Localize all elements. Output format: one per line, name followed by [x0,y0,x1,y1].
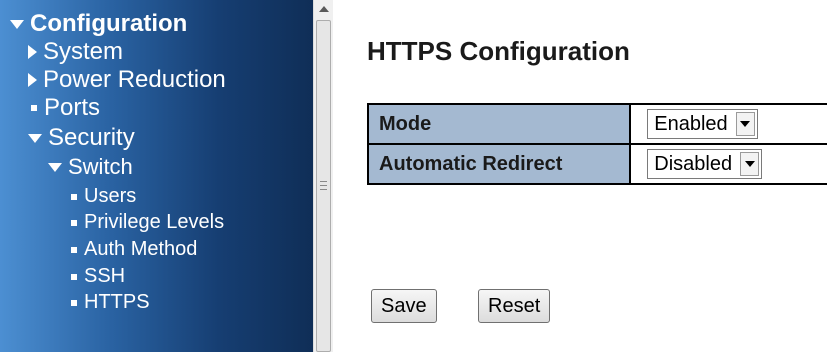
up-arrow-icon [318,6,329,12]
automatic-redirect-label: Automatic Redirect [366,143,632,185]
nav-https[interactable]: HTTPS [68,291,150,314]
https-config-table: Mode Enabled Automatic Redirect Disabled [366,103,827,185]
nav-security[interactable]: Security [28,124,135,152]
table-row: Automatic Redirect Disabled [366,143,827,185]
mode-label: Mode [366,103,632,145]
nav-system[interactable]: System [28,38,123,66]
nav-label: Configuration [30,10,188,37]
grip-icon [320,181,327,190]
automatic-redirect-select-value: Disabled [654,152,733,175]
nav-label: HTTPS [84,291,150,313]
page-title: HTTPS Configuration [367,36,630,66]
automatic-redirect-select[interactable]: Disabled [647,149,763,179]
bullet-icon [71,246,77,253]
nav-label: Switch [68,154,133,179]
nav-switch[interactable]: Switch [48,154,133,180]
nav-auth-method[interactable]: Auth Method [68,238,197,261]
save-button[interactable]: Save [371,289,437,323]
expanded-arrow-icon [48,162,62,172]
chevron-down-icon [744,161,755,167]
nav-ssh[interactable]: SSH [68,265,125,288]
nav-label: System [43,38,124,65]
bullet-icon [31,105,37,111]
mode-select[interactable]: Enabled [647,109,758,139]
nav-label: Privilege Levels [84,211,225,233]
sidebar-scrollbar[interactable] [313,0,333,352]
expanded-arrow-icon [28,133,42,143]
nav-ports[interactable]: Ports [28,94,100,122]
nav-configuration[interactable]: Configuration [10,10,187,38]
expanded-arrow-icon [10,19,24,29]
table-row: Mode Enabled [366,103,827,145]
scroll-up-button[interactable] [314,0,333,18]
chevron-down-icon [740,121,751,127]
dropdown-button[interactable] [735,112,755,136]
nav-privilege-levels[interactable]: Privilege Levels [68,211,224,234]
mode-select-value: Enabled [654,112,728,135]
nav-label: Security [48,124,135,151]
nav-label: Auth Method [84,238,198,260]
bullet-icon [71,193,77,200]
navigation-sidebar: Configuration System Power Reduction Por… [0,0,313,352]
nav-label: Users [84,185,137,207]
reset-button[interactable]: Reset [478,289,551,323]
scroll-thumb[interactable] [316,20,331,352]
nav-users[interactable]: Users [68,185,136,208]
bullet-icon [71,273,77,280]
nav-label: Power Reduction [43,66,226,93]
mode-cell: Enabled [629,103,827,145]
bullet-icon [71,299,77,306]
nav-label: Ports [44,94,101,121]
dropdown-button[interactable] [740,152,760,176]
bullet-icon [71,219,77,226]
collapsed-arrow-icon [28,73,37,87]
nav-power-reduction[interactable]: Power Reduction [28,66,226,94]
collapsed-arrow-icon [28,45,37,59]
automatic-redirect-cell: Disabled [629,143,827,185]
nav-label: SSH [84,265,126,287]
